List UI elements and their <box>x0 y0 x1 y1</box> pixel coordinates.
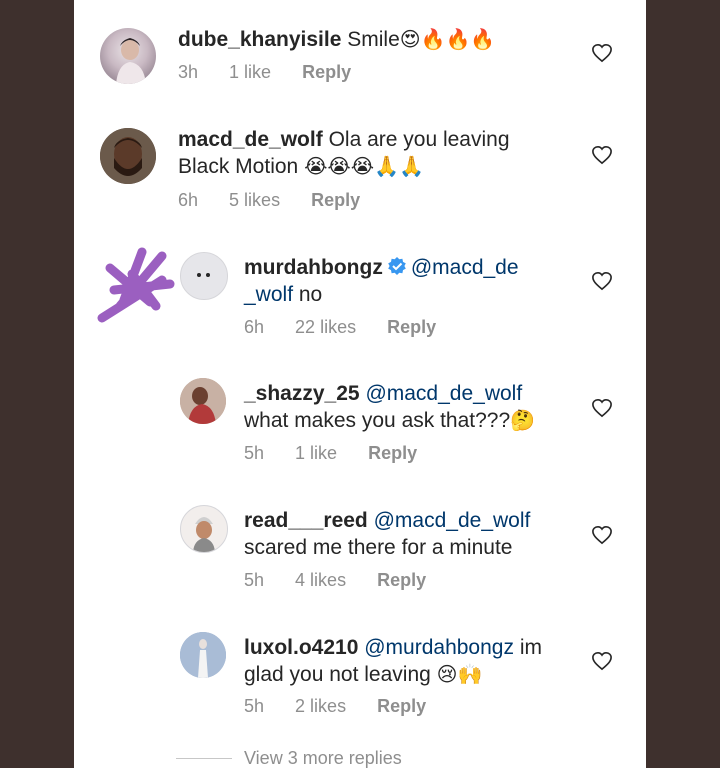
comment-username[interactable]: murdahbongz <box>244 256 383 279</box>
comment-likes[interactable]: 2 likes <box>295 696 346 716</box>
avatar[interactable] <box>180 252 228 300</box>
comment-text: murdahbongz @macd_de _wolf no <box>244 256 519 306</box>
avatar-photo <box>116 38 146 84</box>
comment-likes[interactable]: 1 like <box>295 443 337 463</box>
comment-meta: 5h 4 likes Reply <box>244 570 452 591</box>
mention-link-continued[interactable]: _wolf <box>244 283 293 306</box>
comment-username[interactable]: luxol.o4210 <box>244 636 358 659</box>
avatar-face-icon <box>197 273 210 277</box>
avatar-photo <box>180 632 226 678</box>
comment-text: macd_de_wolf Ola are you leaving Black M… <box>178 128 510 178</box>
heart-icon[interactable] <box>591 43 613 63</box>
comment-text: _shazzy_25 @macd_de_wolf what makes you … <box>244 382 536 432</box>
emoji-group: 😢🙌 <box>436 664 483 686</box>
heart-icon[interactable] <box>591 271 613 291</box>
comment-time: 5h <box>244 696 265 716</box>
reply-button[interactable]: Reply <box>368 443 417 463</box>
comment-meta: 6h 22 likes Reply <box>244 317 462 338</box>
avatar[interactable] <box>180 632 226 678</box>
comment-likes[interactable]: 22 likes <box>295 317 356 337</box>
avatar-memoji <box>193 517 215 552</box>
reply-button[interactable]: Reply <box>387 317 436 337</box>
avatar[interactable] <box>180 378 226 424</box>
view-more-replies-button[interactable]: View 3 more replies <box>244 748 402 768</box>
comment-time: 6h <box>178 190 199 210</box>
comment-time: 5h <box>244 443 265 463</box>
mention-link[interactable]: @macd_de <box>411 256 519 279</box>
comments-panel: dube_khanyisile Smile😍🔥🔥🔥 3h 1 like Repl… <box>74 0 646 768</box>
comment-username[interactable]: read___reed <box>244 509 368 532</box>
emoji-group: 🤔 <box>510 410 536 432</box>
reply-button[interactable]: Reply <box>377 570 426 590</box>
comment-likes[interactable]: 5 likes <box>229 190 280 210</box>
reply-button[interactable]: Reply <box>377 696 426 716</box>
heart-icon[interactable] <box>591 651 613 671</box>
comment-time: 3h <box>178 62 199 82</box>
emoji-group: 😭😭😭🙏🙏 <box>304 156 424 178</box>
verified-badge-icon <box>388 257 406 275</box>
heart-icon[interactable] <box>591 398 613 418</box>
reply-button[interactable]: Reply <box>302 62 351 82</box>
comment-likes[interactable]: 4 likes <box>295 570 346 590</box>
comment-meta: 5h 2 likes Reply <box>244 696 452 717</box>
comment-username[interactable]: macd_de_wolf <box>178 128 323 151</box>
view-more-divider <box>176 758 232 759</box>
comment-text: dube_khanyisile Smile😍🔥🔥🔥 <box>178 28 496 51</box>
comment-text: luxol.o4210 @murdahbongz im glad you not… <box>244 636 542 686</box>
avatar[interactable] <box>100 128 156 184</box>
avatar-photo <box>180 378 226 424</box>
emoji-group: 😍🔥🔥🔥 <box>399 29 496 51</box>
heart-icon[interactable] <box>591 525 613 545</box>
mention-link[interactable]: @murdahbongz <box>364 636 514 659</box>
mention-link[interactable]: @macd_de_wolf <box>374 509 531 532</box>
comment-meta: 5h 1 like Reply <box>244 443 443 464</box>
comment-text: read___reed @macd_de_wolf scared me ther… <box>244 509 531 559</box>
mention-link[interactable]: @macd_de_wolf <box>365 382 522 405</box>
comment-meta: 3h 1 like Reply <box>178 62 377 83</box>
avatar[interactable] <box>100 28 156 84</box>
reply-button[interactable]: Reply <box>311 190 360 210</box>
heart-icon[interactable] <box>591 145 613 165</box>
comment-username[interactable]: dube_khanyisile <box>178 28 341 51</box>
comment-username[interactable]: _shazzy_25 <box>244 382 360 405</box>
comment-meta: 6h 5 likes Reply <box>178 190 386 211</box>
comment-time: 5h <box>244 570 265 590</box>
comment-likes[interactable]: 1 like <box>229 62 271 82</box>
avatar-photo <box>100 128 156 184</box>
avatar[interactable] <box>180 505 228 553</box>
comment-time: 6h <box>244 317 265 337</box>
purple-scribble-mark <box>97 247 175 323</box>
